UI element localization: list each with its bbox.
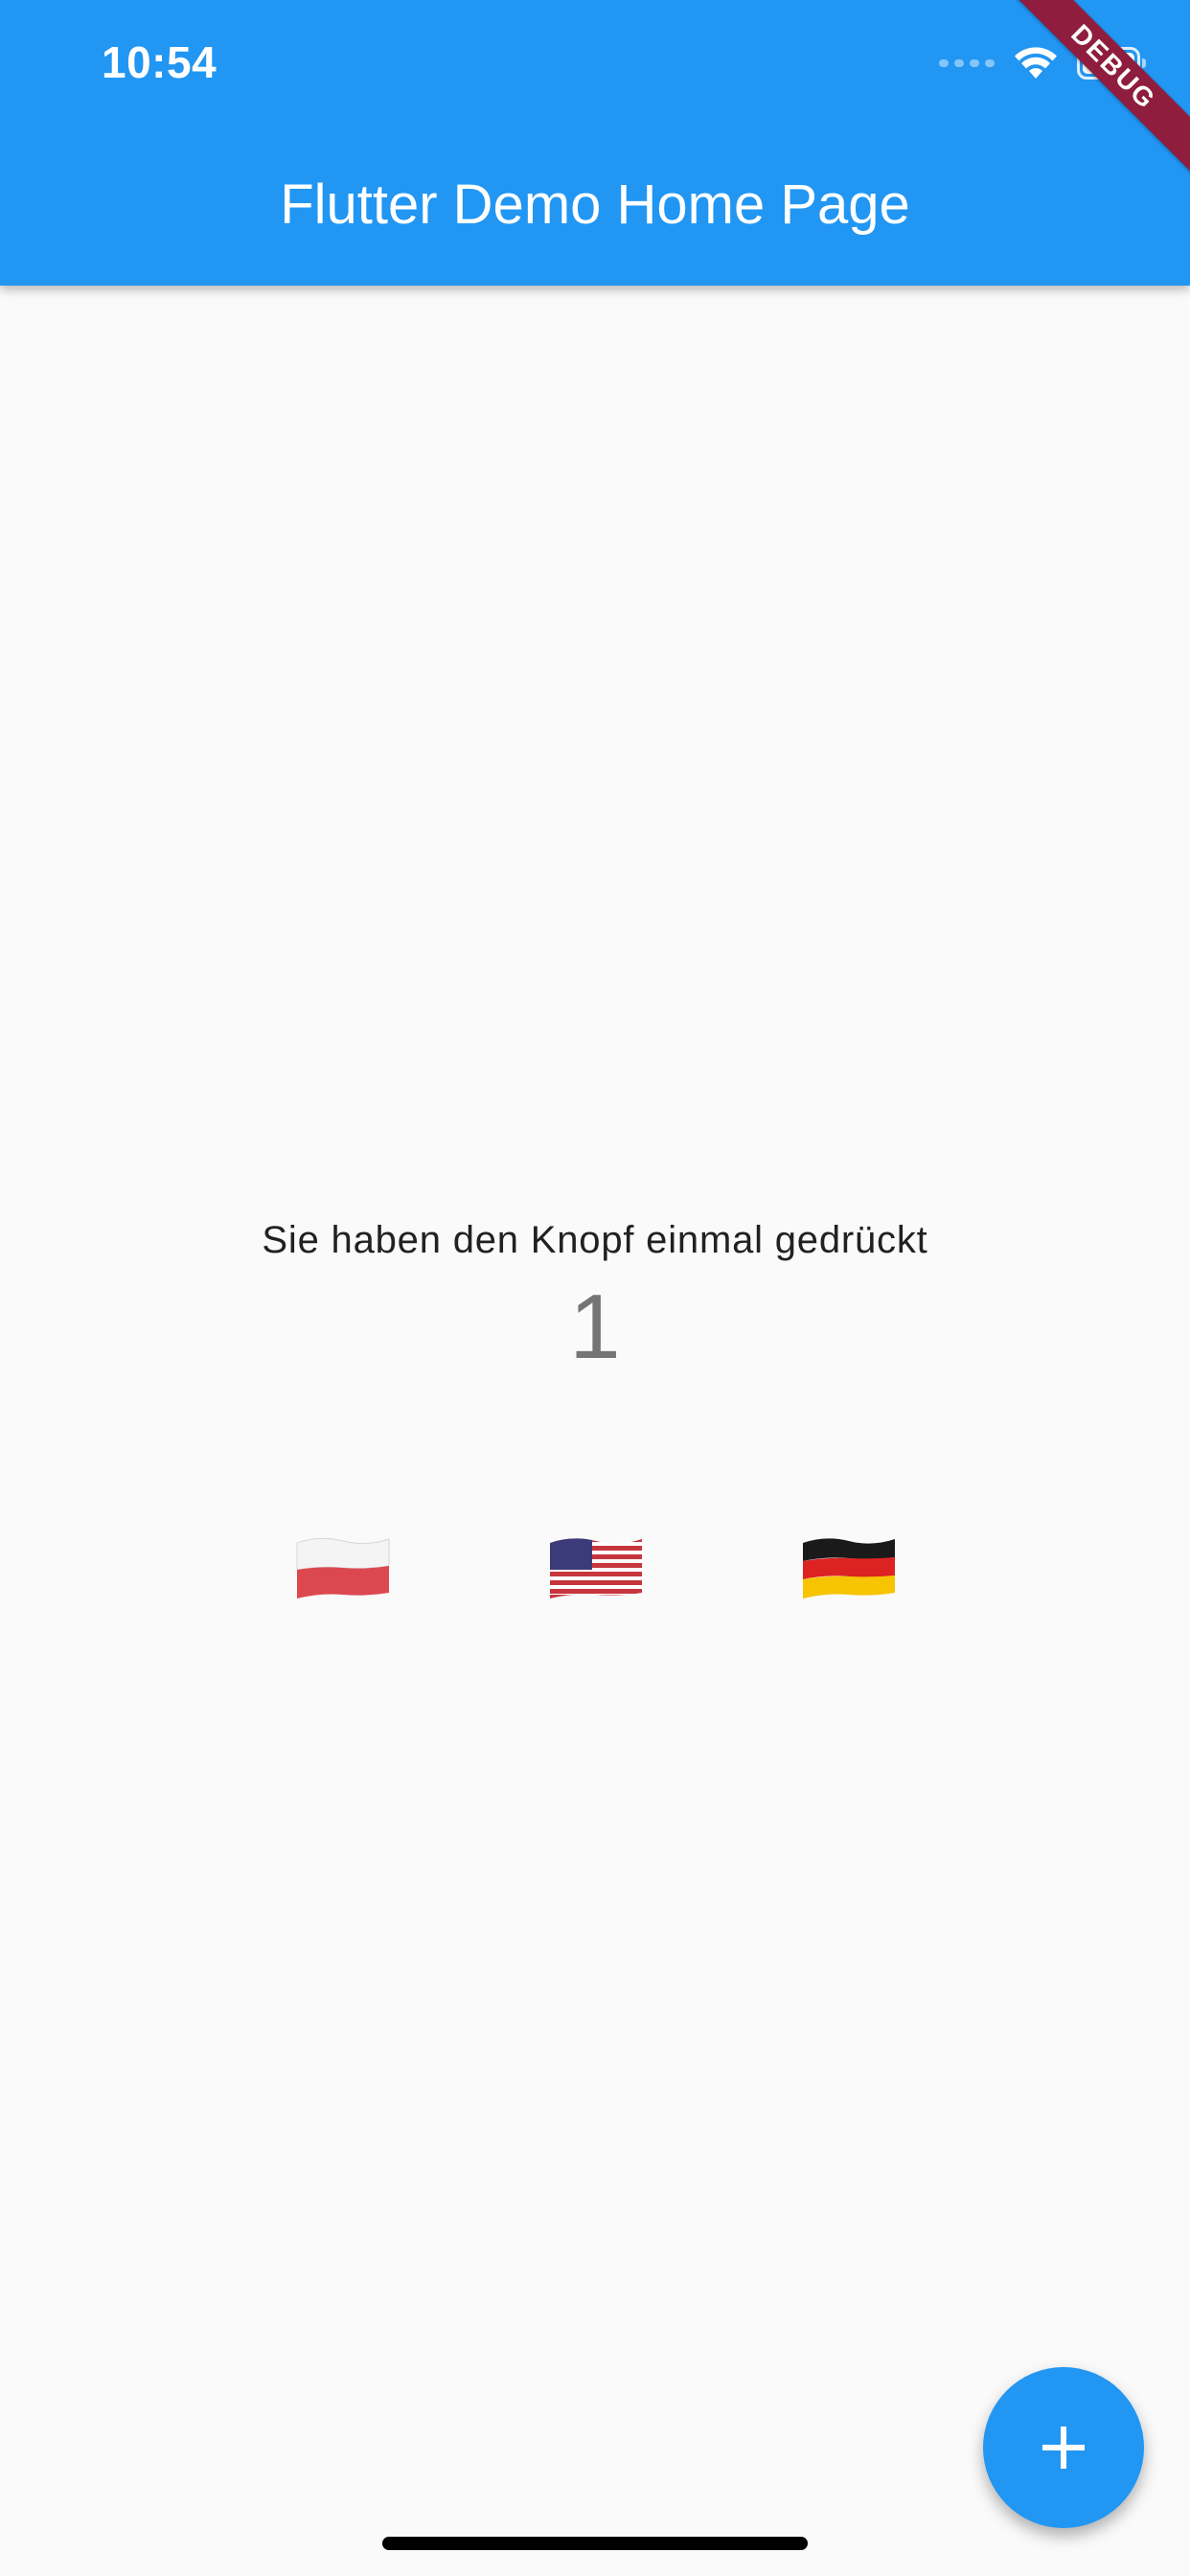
app-bar: 10:54 Flutter Demo Home Page <box>0 0 1190 286</box>
signal-icon <box>939 59 995 67</box>
increment-fab-button[interactable] <box>983 2367 1144 2528</box>
status-time: 10:54 <box>102 37 217 87</box>
usa-flag-icon[interactable] <box>548 1533 644 1602</box>
page-title: Flutter Demo Home Page <box>280 173 910 236</box>
app-screen: 10:54 Flutter Demo Home Page DEBUG Sie h… <box>0 0 1190 2576</box>
germany-flag-icon[interactable] <box>801 1533 897 1602</box>
counter-value: 1 <box>569 1276 621 1378</box>
wifi-icon <box>1015 47 1057 79</box>
home-indicator[interactable] <box>382 2537 808 2550</box>
counter-message: Sie haben den Knopf einmal gedrückt <box>262 1219 928 1261</box>
plus-icon <box>1042 2426 1085 2469</box>
language-flags <box>0 1533 1190 1610</box>
poland-flag-icon[interactable] <box>295 1533 391 1602</box>
